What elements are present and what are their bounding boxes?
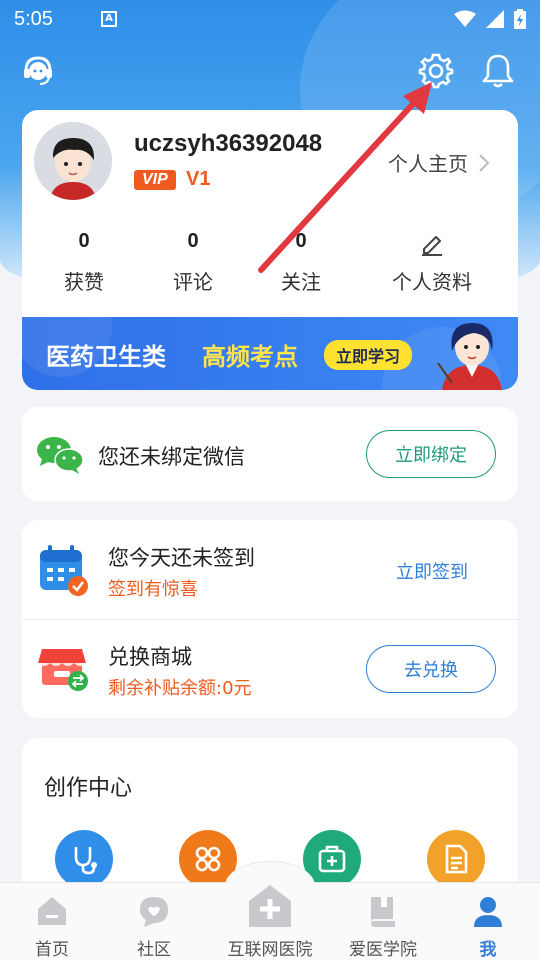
stethoscope-icon[interactable] [55,830,113,888]
user-icon [474,897,502,927]
checkin-subtitle: 签到有惊喜 [108,579,198,600]
signal-icon [486,10,504,28]
mall-subtitle: 剩余补贴余额:0元 [108,678,252,699]
stat-comments-label: 评论 [173,270,213,294]
tab-academy-label: 爱医学院 [349,940,417,960]
create-center-title: 创作中心 [44,776,133,801]
profile-card: uczsyh36392048 VIP V1 个人主页 0 获赞 0 评论 0 关… [22,110,518,390]
checkin-row[interactable]: 您今天还未签到 签到有惊喜 立即签到 [22,520,518,620]
checkin-button[interactable]: 立即签到 [396,558,468,584]
stat-comments[interactable]: 0 评论 [148,230,238,295]
edit-profile-label: 个人资料 [392,270,472,294]
battery-icon [514,9,526,29]
vip-badge: VIP [134,170,176,190]
study-banner[interactable]: 医药卫生类 高频考点 立即学习 [22,317,518,390]
pencil-icon [422,236,442,256]
stat-likes-label: 获赞 [64,270,104,294]
mall-title: 兑换商城 [108,645,192,669]
bell-icon[interactable] [476,48,520,92]
shop-icon [38,649,88,691]
academy-icon [371,897,395,927]
stat-likes[interactable]: 0 获赞 [39,230,129,295]
stats-row: 0 获赞 0 评论 0 关注 个人资料 [22,230,518,300]
wechat-bind-card: 您还未绑定微信 立即绑定 [22,407,518,501]
personal-homepage-label: 个人主页 [388,152,468,176]
personal-homepage-link[interactable]: 个人主页 [388,148,490,177]
tab-hospital-label: 互联网医院 [227,940,313,960]
headset-icon[interactable] [16,48,60,92]
tasks-card: 您今天还未签到 签到有惊喜 立即签到 兑换商城 剩余补贴余额:0元 去兑换 [22,520,518,718]
stat-following-value: 0 [295,230,307,252]
stat-following-label: 关注 [281,270,321,294]
tab-me[interactable]: 我 [452,883,524,960]
exchange-button[interactable]: 去兑换 [366,645,496,693]
tab-community-label: 社区 [137,940,171,960]
tab-hospital[interactable]: 互联网医院 [220,861,320,960]
tab-home[interactable]: 首页 [16,883,88,960]
avatar[interactable] [34,122,112,200]
tab-me-label: 我 [479,940,497,960]
chevron-right-icon [479,153,490,172]
banner-highlight: 高频考点 [202,343,298,371]
tab-academy[interactable]: 爱医学院 [338,883,428,960]
banner-cta-button[interactable]: 立即学习 [324,340,413,370]
banner-title: 医药卫生类 [46,343,166,371]
a-icon: A [100,11,117,27]
document-icon[interactable] [427,830,485,888]
vip-level: V1 [186,168,211,190]
wifi-icon [454,10,476,27]
hospital-icon [249,885,291,927]
tab-home-label: 首页 [35,940,69,960]
status-time: 5:05 [14,7,53,30]
top-bar [0,48,540,92]
checkin-title: 您今天还未签到 [108,546,255,570]
username: uczsyh36392048 [134,130,323,157]
status-bar: 5:05 A [0,0,540,38]
teacher-illustration [437,323,502,390]
bottom-tab-bar: 首页 社区 互联网医院 爱医学院 我 [0,861,540,960]
mall-row[interactable]: 兑换商城 剩余补贴余额:0元 去兑换 [22,619,518,718]
wechat-icon [37,437,84,474]
home-icon [38,897,66,925]
wechat-bind-text: 您还未绑定微信 [98,445,245,469]
community-icon [140,897,168,927]
stat-likes-value: 0 [78,230,90,252]
edit-profile-button[interactable]: 个人资料 [377,230,487,295]
stat-following[interactable]: 0 关注 [256,230,346,295]
bind-wechat-button[interactable]: 立即绑定 [366,430,496,478]
stat-comments-value: 0 [187,230,199,252]
gear-icon[interactable] [414,48,458,92]
tab-community[interactable]: 社区 [118,883,190,960]
calendar-icon [40,545,88,596]
